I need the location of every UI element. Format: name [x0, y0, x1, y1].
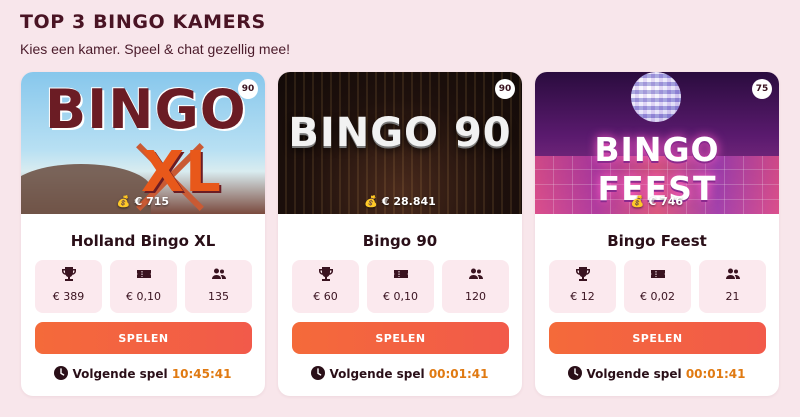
next-game-label: Volgende spel [329, 367, 425, 381]
money-bag-icon: 💰 [364, 195, 378, 208]
room-card-bingo-feest[interactable]: BINGO FEEST 75 💰 € 746 Bingo Feest € 12 €… [535, 72, 779, 396]
trophy-icon [35, 266, 102, 284]
ticket-price-stat: € 0,10 [367, 260, 434, 313]
room-banner[interactable]: BINGO FEEST 75 💰 € 746 [535, 72, 779, 214]
room-cards: BINGO XL 90 💰 € 715 Holland Bingo XL € 38… [21, 72, 779, 396]
section-subheading: Kies een kamer. Speel & chat gezellig me… [20, 41, 291, 57]
banner-logo-text: BINGO 90 [288, 110, 512, 156]
ticket-icon [624, 266, 691, 284]
banner-logo-text: BINGO [45, 78, 247, 141]
ticket-icon [110, 266, 177, 284]
prize-stat: € 389 [35, 260, 102, 313]
prize-value: € 60 [313, 290, 338, 303]
jackpot-value: € 28.841 [381, 195, 436, 208]
prize-value: € 12 [570, 290, 595, 303]
users-icon [185, 266, 252, 284]
room-card-holland-bingo-xl[interactable]: BINGO XL 90 💰 € 715 Holland Bingo XL € 38… [21, 72, 265, 396]
clock-icon [311, 366, 326, 380]
room-name[interactable]: Bingo 90 [278, 232, 522, 250]
trophy-icon [292, 266, 359, 284]
play-button[interactable]: SPELEN [35, 322, 252, 354]
money-bag-icon: 💰 [630, 195, 645, 208]
next-game-label: Volgende spel [586, 367, 682, 381]
ticket-price-stat: € 0,10 [110, 260, 177, 313]
ticket-price-value: € 0,10 [126, 290, 161, 303]
users-icon [442, 266, 509, 284]
prize-stat: € 12 [549, 260, 616, 313]
ball-count-badge: 75 [752, 79, 772, 99]
clock-icon [568, 366, 583, 380]
jackpot-value: € 746 [648, 195, 684, 208]
trophy-icon [549, 266, 616, 284]
players-value: 120 [465, 290, 486, 303]
ball-count-badge: 90 [238, 79, 258, 99]
players-value: 135 [208, 290, 229, 303]
money-bag-icon: 💰 [116, 195, 131, 208]
room-stats: € 12 € 0,02 21 [549, 260, 766, 313]
ball-count-badge: 90 [495, 79, 515, 99]
prize-value: € 389 [52, 290, 85, 303]
jackpot-amount: 💰 € 715 [21, 195, 265, 208]
jackpot-value: € 715 [134, 195, 170, 208]
next-game-label: Volgende spel [72, 367, 168, 381]
next-game: Volgende spel 10:45:41 [21, 366, 265, 381]
clock-icon [54, 366, 69, 380]
room-name[interactable]: Bingo Feest [535, 232, 779, 250]
ticket-icon [367, 266, 434, 284]
room-card-bingo-90[interactable]: BINGO 90 90 💰 € 28.841 Bingo 90 € 60 € 0,… [278, 72, 522, 396]
ticket-price-value: € 0,02 [640, 290, 675, 303]
next-game-time: 10:45:41 [171, 367, 232, 381]
ticket-price-stat: € 0,02 [624, 260, 691, 313]
ticket-price-value: € 0,10 [383, 290, 418, 303]
jackpot-amount: 💰 € 28.841 [278, 195, 522, 208]
users-icon [699, 266, 766, 284]
play-button[interactable]: SPELEN [292, 322, 509, 354]
prize-stat: € 60 [292, 260, 359, 313]
next-game-time: 00:01:41 [685, 367, 746, 381]
players-stat: 120 [442, 260, 509, 313]
players-value: 21 [725, 290, 740, 303]
next-game-time: 00:01:41 [428, 367, 489, 381]
section-heading: TOP 3 BINGO KAMERS [20, 11, 266, 33]
jackpot-amount: 💰 € 746 [535, 195, 779, 208]
room-stats: € 389 € 0,10 135 [35, 260, 252, 313]
room-name[interactable]: Holland Bingo XL [21, 232, 265, 250]
players-stat: 135 [185, 260, 252, 313]
players-stat: 21 [699, 260, 766, 313]
room-banner[interactable]: BINGO 90 90 💰 € 28.841 [278, 72, 522, 214]
play-button[interactable]: SPELEN [549, 322, 766, 354]
room-banner[interactable]: BINGO XL 90 💰 € 715 [21, 72, 265, 214]
next-game: Volgende spel 00:01:41 [278, 366, 522, 381]
next-game: Volgende spel 00:01:41 [535, 366, 779, 381]
disco-ball-illustration [631, 72, 681, 122]
room-stats: € 60 € 0,10 120 [292, 260, 509, 313]
